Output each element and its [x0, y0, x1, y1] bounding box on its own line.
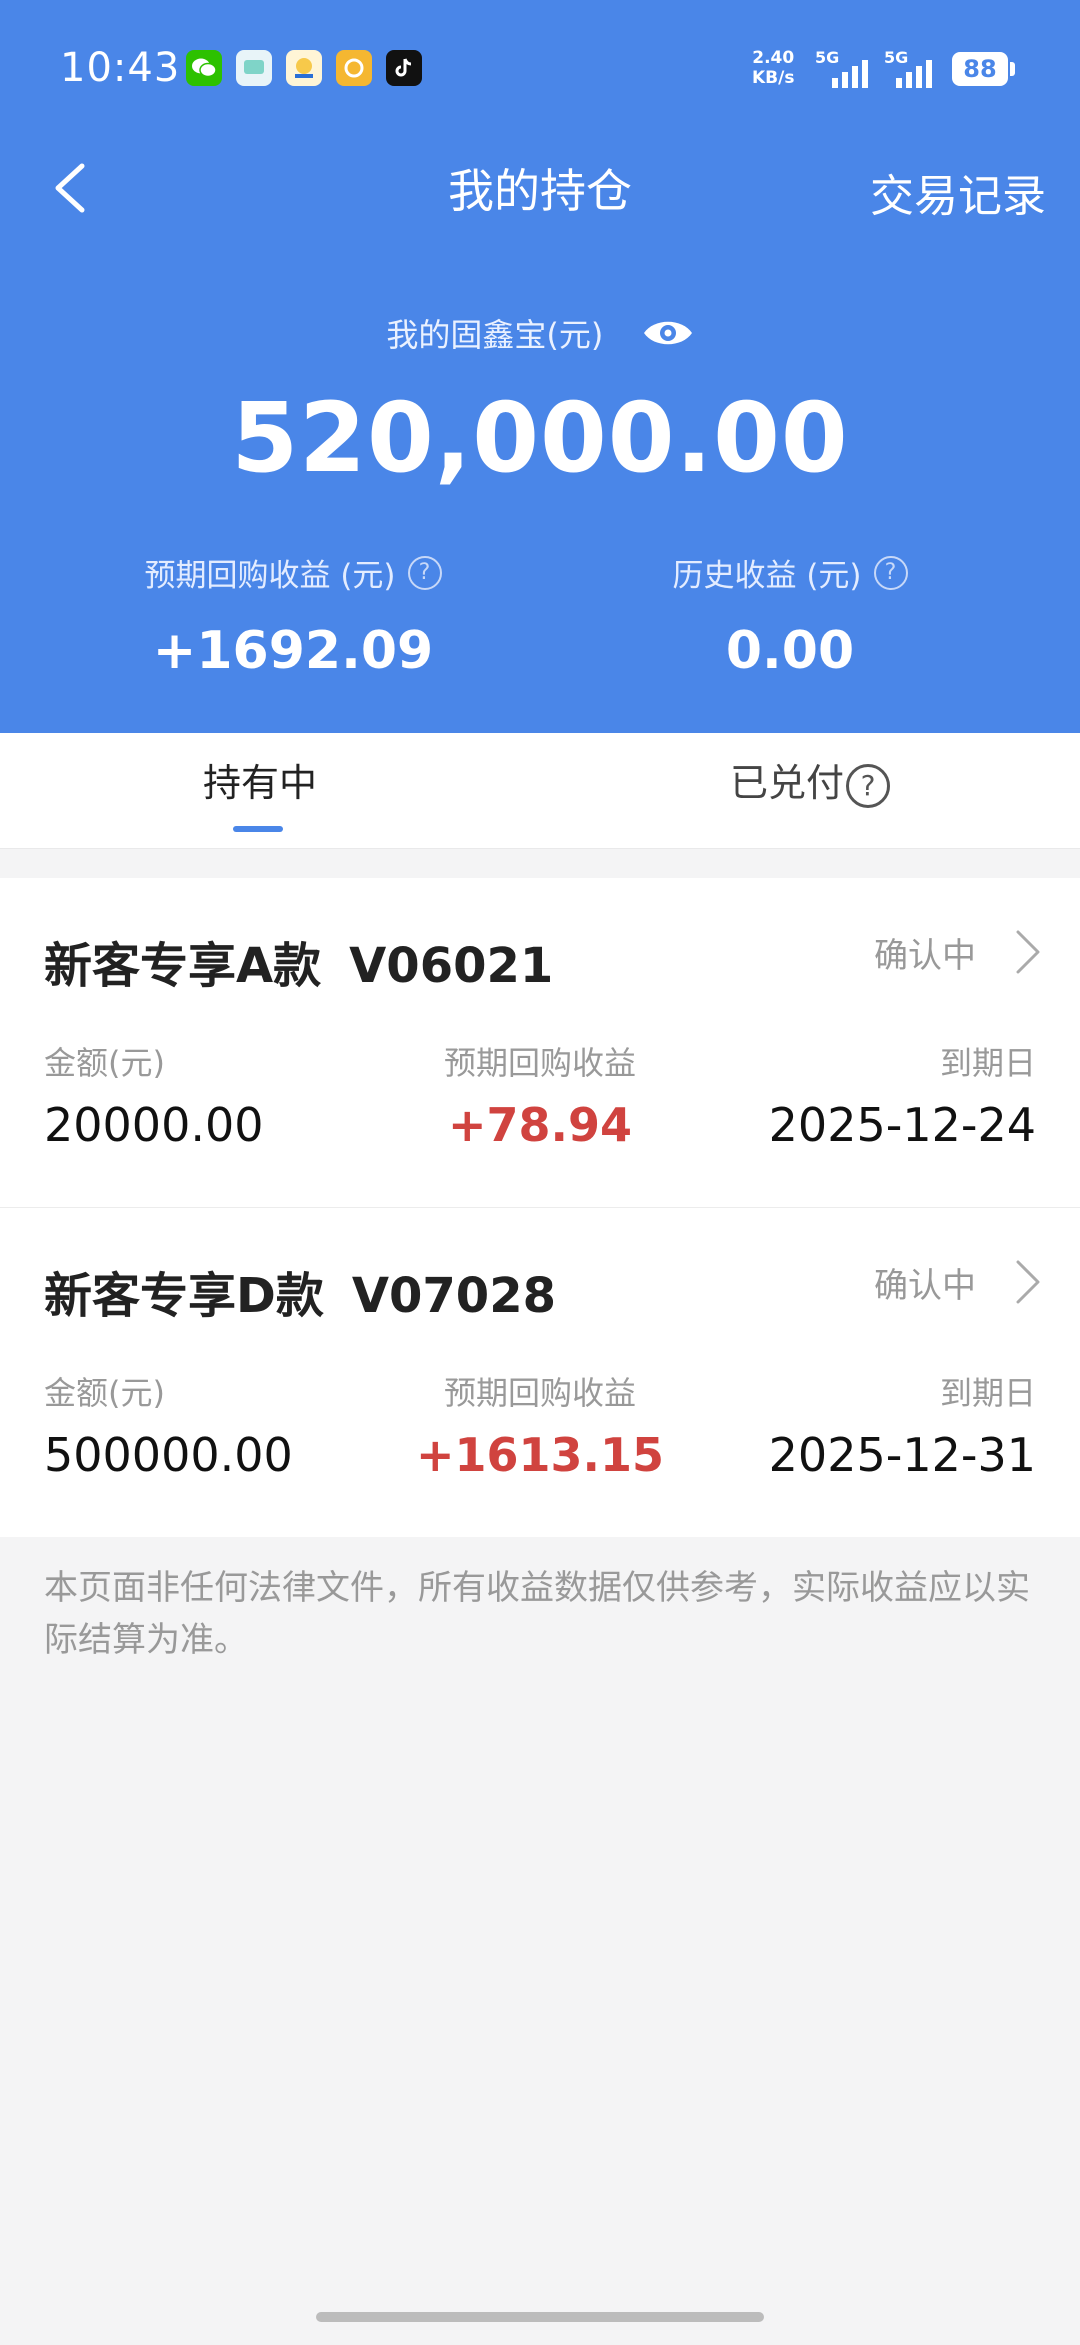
help-icon[interactable]: ? [873, 555, 908, 590]
history-income-value: 0.00 [725, 621, 855, 681]
holding-label-row: 我的固鑫宝(元) [0, 310, 1080, 356]
product-title: 新客专享A款 [44, 938, 322, 994]
holding-card[interactable]: 新客专享A款 V06021 确认中 金额(元) 预期回购收益 到期日 20000.… [0, 878, 1080, 1208]
battery-icon: 88 [952, 52, 1008, 86]
maturity-label: 到期日 [939, 1374, 1036, 1412]
expected-income-stat: 预期回购收益 (元) ? +1692.09 [93, 550, 493, 681]
status-badge: 确认中 [874, 936, 976, 976]
maturity-label: 到期日 [939, 1044, 1036, 1082]
network-speed: 2.40 KB/s [752, 48, 794, 88]
eye-icon[interactable] [642, 316, 694, 350]
product-title: 新客专享D款 [44, 1268, 324, 1324]
help-icon[interactable]: ? [407, 555, 442, 590]
product-name: 新客专享A款 V06021 [44, 926, 553, 996]
messages-icon [236, 50, 272, 86]
header-panel: 10:43 2.40 KB/s 5G 5G 88 我的持仓 交易记录 我的固鑫宝… [0, 0, 1080, 733]
holding-label: 我的固鑫宝(元) [386, 316, 604, 354]
home-indicator[interactable] [316, 2312, 764, 2322]
maturity-date: 2025-12-31 [768, 1428, 1036, 1482]
history-income-label: 历史收益 (元) [672, 558, 862, 594]
product-code: V07028 [351, 1268, 556, 1324]
chevron-right-icon [1016, 930, 1040, 974]
active-tab-indicator [233, 826, 283, 832]
status-time: 10:43 [60, 45, 181, 91]
help-icon[interactable]: ? [846, 763, 890, 808]
network-speed-unit: KB/s [752, 68, 795, 88]
eastmoney-icon [286, 50, 322, 86]
network-speed-value: 2.40 [752, 48, 795, 68]
expected-income-label: 预期回购收益 [443, 1044, 636, 1082]
tab-redeemed[interactable]: 已兑付? [540, 733, 1080, 848]
signal-bars-2-icon [896, 58, 932, 88]
tab-redeemed-label: 已兑付 [729, 761, 844, 805]
history-income-stat: 历史收益 (元) ? 0.00 [590, 550, 990, 681]
expected-income-label: 预期回购收益 [443, 1374, 636, 1412]
status-badge: 确认中 [874, 1266, 976, 1306]
wechat-icon [186, 50, 222, 86]
tab-holding-label: 持有中 [202, 761, 317, 805]
tiktok-icon [386, 50, 422, 86]
status-app-icons [186, 50, 422, 86]
transaction-history-link[interactable]: 交易记录 [870, 160, 1046, 224]
holding-amount: 520,000.00 [231, 382, 849, 494]
disclaimer-text: 本页面非任何法律文件，所有收益数据仅供参考，实际收益应以实际结算为准。 [44, 1568, 1030, 1660]
yellow-app-icon [336, 50, 372, 86]
expected-income-label-row: 预期回购收益 (元) ? [93, 550, 493, 595]
expected-income-label: 预期回购收益 (元) [144, 558, 396, 594]
holding-card[interactable]: 新客专享D款 V07028 确认中 金额(元) 预期回购收益 到期日 500000… [0, 1208, 1080, 1537]
maturity-date: 2025-12-24 [768, 1098, 1036, 1152]
history-income-label-row: 历史收益 (元) ? [590, 550, 990, 595]
product-name: 新客专享D款 V07028 [44, 1256, 556, 1326]
battery-tip [1010, 62, 1015, 76]
signal-bars-1-icon [832, 58, 868, 88]
chevron-right-icon [1016, 1260, 1040, 1304]
tab-bar: 持有中 已兑付? [0, 733, 1080, 849]
product-code: V06021 [349, 938, 554, 994]
expected-income-value: +1692.09 [152, 621, 434, 681]
